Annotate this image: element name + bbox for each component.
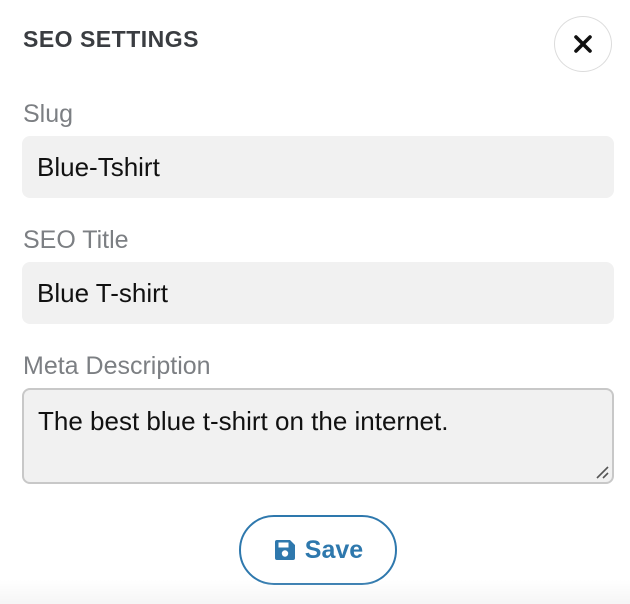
resize-handle-icon[interactable] [594,464,610,480]
panel-title: SEO SETTINGS [23,26,199,52]
slug-input[interactable] [22,136,614,198]
save-button[interactable]: Save [239,515,397,585]
meta-description-textarea[interactable]: The best blue t-shirt on the internet. [22,388,614,484]
meta-description-label: Meta Description [23,352,211,380]
save-button-label: Save [304,535,364,564]
floppy-disk-icon [274,540,295,560]
seo-settings-panel: SEO SETTINGS Slug SEO Title Meta Descrip… [0,0,630,604]
close-icon [574,35,592,53]
close-button[interactable] [554,16,612,72]
seo-title-label: SEO Title [23,226,129,254]
seo-title-input[interactable] [22,262,614,324]
slug-label: Slug [23,100,74,128]
